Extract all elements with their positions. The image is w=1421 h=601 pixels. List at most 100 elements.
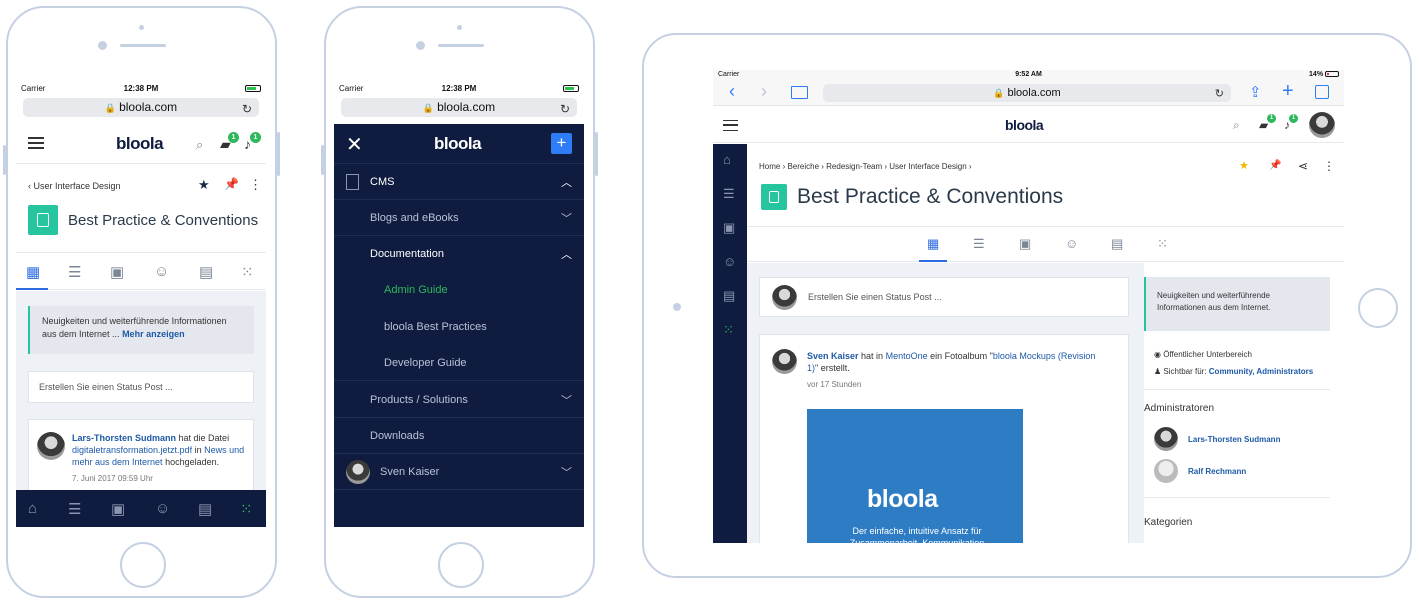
people-nav-icon[interactable]: ☺ <box>723 254 736 269</box>
url-text: bloola.com <box>437 100 496 114</box>
menu-item-products[interactable]: Products / Solutions ﹀ <box>334 382 584 418</box>
back-link[interactable]: ‹ User Interface Design <box>28 181 121 191</box>
breadcrumb: Home › Bereiche › Redesign-Team › User I… <box>759 162 972 171</box>
avatar[interactable] <box>37 432 65 460</box>
more-link[interactable]: Mehr anzeigen <box>122 329 185 339</box>
share-icon[interactable]: ⇪ <box>1249 83 1262 101</box>
album-image[interactable]: bloola Der einfache, intuitive Ansatz fü… <box>807 409 1023 543</box>
list-nav-icon[interactable]: ☰ <box>68 500 81 518</box>
admin-link[interactable]: Ralf Rechmann <box>1188 467 1246 476</box>
battery-icon <box>563 84 579 93</box>
bell-badge: 1 <box>250 132 261 143</box>
search-icon[interactable]: ⌕ <box>196 138 203 151</box>
calendar-nav-icon[interactable]: ▣ <box>111 500 125 518</box>
calendar-tab-icon[interactable]: ▣ <box>110 263 124 281</box>
address-bar[interactable]: 🔒 bloola.com ↻ <box>23 98 259 117</box>
hamburger-icon[interactable] <box>723 120 738 131</box>
status-post-input[interactable]: Erstellen Sie einen Status Post ... <box>759 277 1129 317</box>
more-vertical-icon[interactable]: ⋮ <box>1323 160 1335 172</box>
menu-item-downloads[interactable]: Downloads <box>334 418 584 454</box>
document-tab-icon[interactable]: ▤ <box>199 263 213 281</box>
menu-item-developer-guide[interactable]: Developer Guide <box>334 345 584 381</box>
home-button[interactable] <box>1358 288 1398 328</box>
calendar-tab-icon[interactable]: ▣ <box>1019 236 1031 252</box>
star-icon[interactable]: ★ <box>1239 161 1249 172</box>
avatar[interactable] <box>772 349 797 374</box>
admin-link[interactable]: Lars-Thorsten Sudmann <box>1188 435 1280 444</box>
bell-badge: 1 <box>1289 114 1298 123</box>
proximity-sensor <box>416 41 425 50</box>
back-icon[interactable]: ‹ <box>729 82 735 100</box>
brand-logo[interactable]: bloola <box>434 134 482 154</box>
list-tab-icon[interactable]: ☰ <box>68 263 81 281</box>
tabs-icon[interactable] <box>1315 85 1329 99</box>
brand-logo[interactable]: bloola <box>116 134 164 154</box>
battery-percent: 14% <box>1309 71 1324 78</box>
share-nodes-icon[interactable]: ⋖ <box>1298 160 1308 172</box>
browser-chrome: Carrier 12:38 PM 🔒 bloola.com ↻ <box>334 82 584 124</box>
add-button[interactable]: + <box>551 133 572 154</box>
reload-icon[interactable]: ↻ <box>560 100 570 119</box>
breadcrumb-item[interactable]: Bereiche <box>787 162 819 171</box>
breadcrumb-item[interactable]: Home <box>759 162 780 171</box>
people-tab-icon[interactable]: ☺ <box>1065 236 1078 251</box>
reload-icon[interactable]: ↻ <box>1215 85 1224 103</box>
home-button[interactable] <box>438 542 484 588</box>
people-tab-icon[interactable]: ☺ <box>154 263 169 280</box>
user-menu[interactable]: Sven Kaiser ﹀ <box>334 454 584 490</box>
search-icon[interactable]: ⌕ <box>1233 119 1240 131</box>
pin-icon[interactable]: 📌 <box>1269 161 1281 171</box>
home-button[interactable] <box>120 542 166 588</box>
apps-tab-icon[interactable]: ⁙ <box>241 263 254 281</box>
content-area: Erstellen Sie einen Status Post ... Sven… <box>747 263 1344 543</box>
status-post-input[interactable]: Erstellen Sie einen Status Post ... <box>28 371 254 403</box>
document-nav-icon[interactable]: ▤ <box>198 500 212 518</box>
menu-item-label: Downloads <box>370 430 425 442</box>
activity-file-link[interactable]: digitaletransformation.jetzt.pdf <box>72 445 192 455</box>
menu-item-blogs[interactable]: Blogs and eBooks ﹀ <box>334 200 584 236</box>
avatar[interactable] <box>1154 427 1178 451</box>
apps-nav-icon[interactable]: ⁙ <box>240 500 253 518</box>
list-tab-icon[interactable]: ☰ <box>973 236 985 252</box>
activity-verb: hochgeladen. <box>165 457 220 467</box>
breadcrumb-item[interactable]: User Interface Design <box>889 162 966 171</box>
menu-item-documentation[interactable]: Documentation ︿ <box>334 236 584 272</box>
new-tab-icon[interactable]: + <box>1282 80 1294 103</box>
menu-item-cms[interactable]: CMS ︿ <box>334 164 584 200</box>
side-button <box>595 132 598 176</box>
apps-tab-icon[interactable]: ⁙ <box>1157 236 1168 252</box>
visible-for-value[interactable]: Community, Administrators <box>1209 367 1313 376</box>
address-bar[interactable]: 🔒 bloola.com ↻ <box>823 84 1231 102</box>
document-tab-icon[interactable]: ▤ <box>1111 236 1123 252</box>
address-bar[interactable]: 🔒 bloola.com ↻ <box>341 98 577 117</box>
calendar-nav-icon[interactable]: ▣ <box>723 220 735 236</box>
dashboard-tab-icon[interactable]: ▦ <box>26 263 40 281</box>
list-nav-icon[interactable]: ☰ <box>723 186 735 202</box>
breadcrumb-item[interactable]: Redesign-Team <box>826 162 882 171</box>
dashboard-tab-icon[interactable]: ▦ <box>927 236 939 252</box>
user-avatar[interactable] <box>1309 112 1335 138</box>
pin-icon[interactable]: 📌 <box>224 178 239 190</box>
home-nav-icon[interactable]: ⌂ <box>723 152 731 167</box>
post-place-link[interactable]: MentoOne <box>886 351 928 361</box>
hamburger-icon[interactable] <box>28 137 44 149</box>
activity-user-link[interactable]: Lars-Thorsten Sudmann <box>72 433 176 443</box>
reload-icon[interactable]: ↻ <box>242 100 252 119</box>
star-icon[interactable]: ★ <box>198 178 210 191</box>
more-vertical-icon[interactable]: ⋮ <box>249 178 262 191</box>
close-icon[interactable]: ✕ <box>346 132 363 157</box>
apps-nav-icon[interactable]: ⁙ <box>723 322 734 338</box>
avatar[interactable] <box>1154 459 1178 483</box>
people-nav-icon[interactable]: ☺ <box>155 500 170 517</box>
post-user-link[interactable]: Sven Kaiser <box>807 351 859 361</box>
tab-bar: ▦ ☰ ▣ ☺ ▤ ⁙ <box>747 226 1344 262</box>
menu-item-label: Developer Guide <box>384 357 467 369</box>
document-nav-icon[interactable]: ▤ <box>723 288 735 304</box>
brand-logo[interactable]: bloola <box>1005 117 1044 133</box>
menu-item-best-practices[interactable]: bloola Best Practices <box>334 309 584 345</box>
bookmarks-icon[interactable] <box>791 86 808 99</box>
home-nav-icon[interactable]: ⌂ <box>28 500 37 517</box>
menu-item-admin-guide[interactable]: Admin Guide <box>334 272 584 308</box>
post-card: Sven Kaiser hat in MentoOne ein Fotoalbu… <box>759 334 1129 543</box>
forward-icon[interactable]: › <box>761 82 767 100</box>
